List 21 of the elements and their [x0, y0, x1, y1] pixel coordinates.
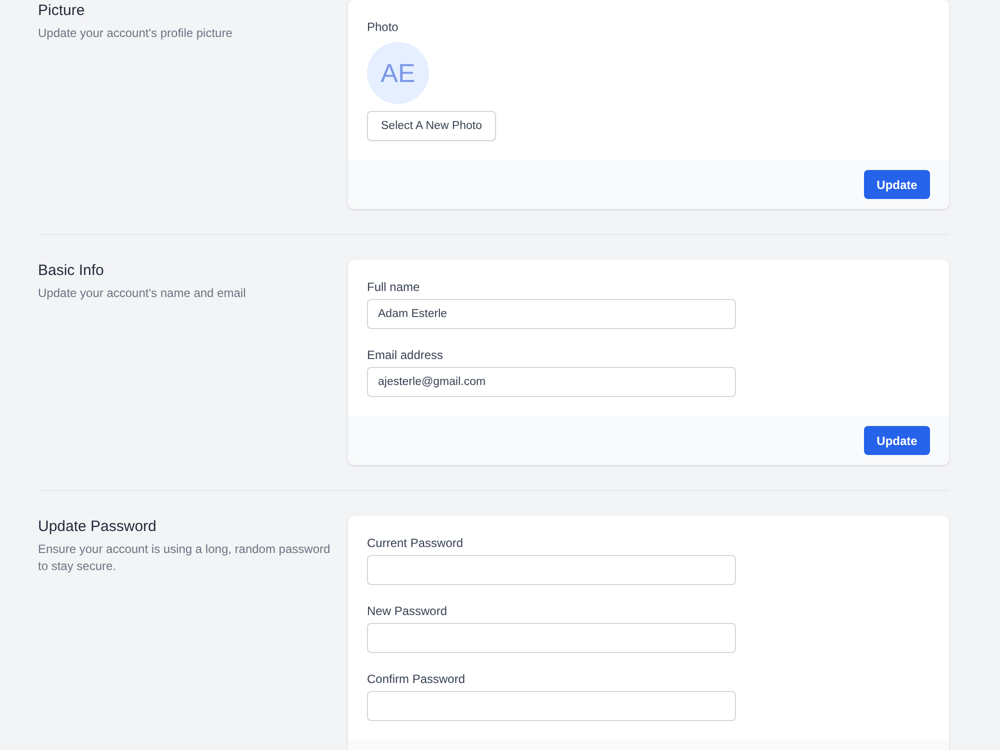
section-title: Update Password [38, 518, 158, 536]
update-button[interactable]: Update [864, 170, 930, 199]
input-field[interactable]: ajesterle@gmail.com [367, 367, 736, 397]
section-title: Picture [38, 2, 86, 20]
field-label: Full name [367, 280, 421, 294]
select-photo-button[interactable]: Select A New Photo [367, 111, 496, 141]
field-label: Email address [367, 348, 444, 362]
section-description: Update your account's profile picture [38, 25, 234, 42]
field-label: Current Password [367, 536, 464, 550]
input-field[interactable] [367, 691, 736, 721]
avatar: AE [367, 42, 429, 104]
section-title: Basic Info [38, 262, 105, 280]
input-field[interactable]: Adam Esterle [367, 299, 736, 329]
field-label: New Password [367, 604, 448, 618]
field-label: Confirm Password [367, 672, 466, 686]
section-description: Update your account's name and email [38, 285, 247, 302]
field-label: Photo [367, 20, 398, 34]
section-description: Ensure your account is using a long, random password to stay secure. [38, 541, 332, 575]
input-field[interactable] [367, 623, 736, 653]
input-field[interactable] [367, 555, 736, 585]
update-button[interactable]: Update [864, 426, 930, 455]
